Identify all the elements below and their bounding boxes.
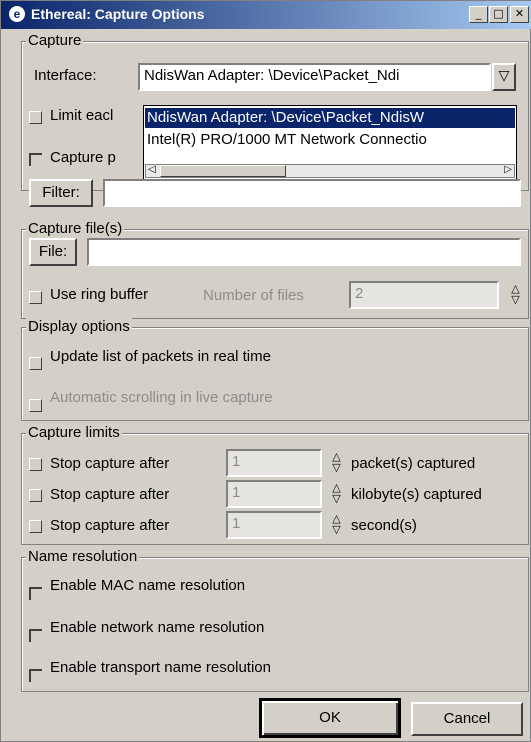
capture-file-legend: Capture file(s) [26,220,125,238]
capture-legend: Capture [26,32,84,50]
title-bar[interactable]: e Ethereal: Capture Options _ □ ✕ [1,1,531,29]
dropdown-horizontal-scrollbar[interactable]: ◁ ▷ [145,164,515,178]
minimize-button[interactable]: _ [469,6,488,23]
file-button[interactable]: File: [29,238,77,266]
auto-scroll-label: Automatic scrolling in live capture [50,389,273,406]
cancel-button[interactable]: Cancel [411,702,523,736]
interface-dropdown-arrow-icon[interactable]: ▽ [492,63,516,91]
scroll-right-arrow-icon[interactable]: ▷ [504,164,512,176]
filter-input[interactable] [103,179,521,207]
seconds-spin-icon[interactable]: △ ▽ [330,513,343,537]
display-options-legend: Display options [26,318,132,336]
interface-label: Interface: [34,67,97,84]
stop-after-packets-checkbox[interactable] [29,458,42,471]
limit-each-label: Limit eacl [50,107,114,124]
file-input[interactable] [87,238,521,266]
stop-after-kilobytes-input[interactable]: 1 [226,480,322,508]
mac-resolution-checkbox[interactable] [29,587,42,600]
number-of-files-input[interactable]: 2 [349,281,499,309]
stop-after-seconds-input[interactable]: 1 [226,511,322,539]
seconds-unit-label: second(s) [351,517,417,534]
kilobytes-unit-label: kilobyte(s) captured [351,486,482,503]
promiscuous-label: Capture p [50,149,116,166]
update-list-label: Update list of packets in real time [50,348,271,365]
filter-button[interactable]: Filter: [29,179,93,207]
stop-after-seconds-checkbox[interactable] [29,520,42,533]
packets-unit-label: packet(s) captured [351,455,476,472]
dropdown-option-ndiswan[interactable]: NdisWan Adapter: \Device\Packet_NdisW [145,108,515,128]
stop-after-kilobytes-checkbox[interactable] [29,489,42,502]
interface-dropdown-list: NdisWan Adapter: \Device\Packet_NdisW In… [143,105,517,183]
kilobytes-spin-icon[interactable]: △ ▽ [330,482,343,506]
packets-spin-icon[interactable]: △ ▽ [330,451,343,475]
capture-options-window: e Ethereal: Capture Options _ □ ✕ Captur… [0,0,531,742]
dropdown-option-intel[interactable]: Intel(R) PRO/1000 MT Network Connectio [145,130,515,150]
ok-button[interactable]: OK [259,698,401,738]
network-resolution-checkbox[interactable] [29,629,42,642]
name-resolution-legend: Name resolution [26,548,140,566]
mac-resolution-label: Enable MAC name resolution [50,577,246,594]
auto-scroll-checkbox[interactable] [29,399,42,412]
capture-limits-legend: Capture limits [26,424,122,442]
number-of-files-spin-icon[interactable]: △ ▽ [509,283,522,307]
promiscuous-checkbox[interactable] [29,153,42,166]
stop-after-packets-input[interactable]: 1 [226,449,322,477]
update-list-checkbox[interactable] [29,357,42,370]
ring-buffer-label: Use ring buffer [50,286,149,303]
scroll-left-arrow-icon[interactable]: ◁ [148,164,156,176]
stop-after-seconds-label: Stop capture after [50,517,170,534]
number-of-files-label: Number of files [203,287,304,304]
stop-after-kilobytes-label: Stop capture after [50,486,170,503]
interface-combo[interactable]: NdisWan Adapter: \Device\Packet_Ndi [138,63,491,91]
limit-each-checkbox[interactable] [29,111,42,124]
network-resolution-label: Enable network name resolution [50,619,265,636]
window-title: Ethereal: Capture Options [31,6,205,22]
transport-resolution-checkbox[interactable] [29,669,42,682]
maximize-button[interactable]: □ [489,6,508,23]
ethereal-app-icon: e [9,6,25,22]
close-button[interactable]: ✕ [510,6,529,23]
scrollbar-thumb[interactable] [160,165,286,177]
transport-resolution-label: Enable transport name resolution [50,659,271,676]
ring-buffer-checkbox[interactable] [29,291,42,304]
stop-after-packets-label: Stop capture after [50,455,170,472]
